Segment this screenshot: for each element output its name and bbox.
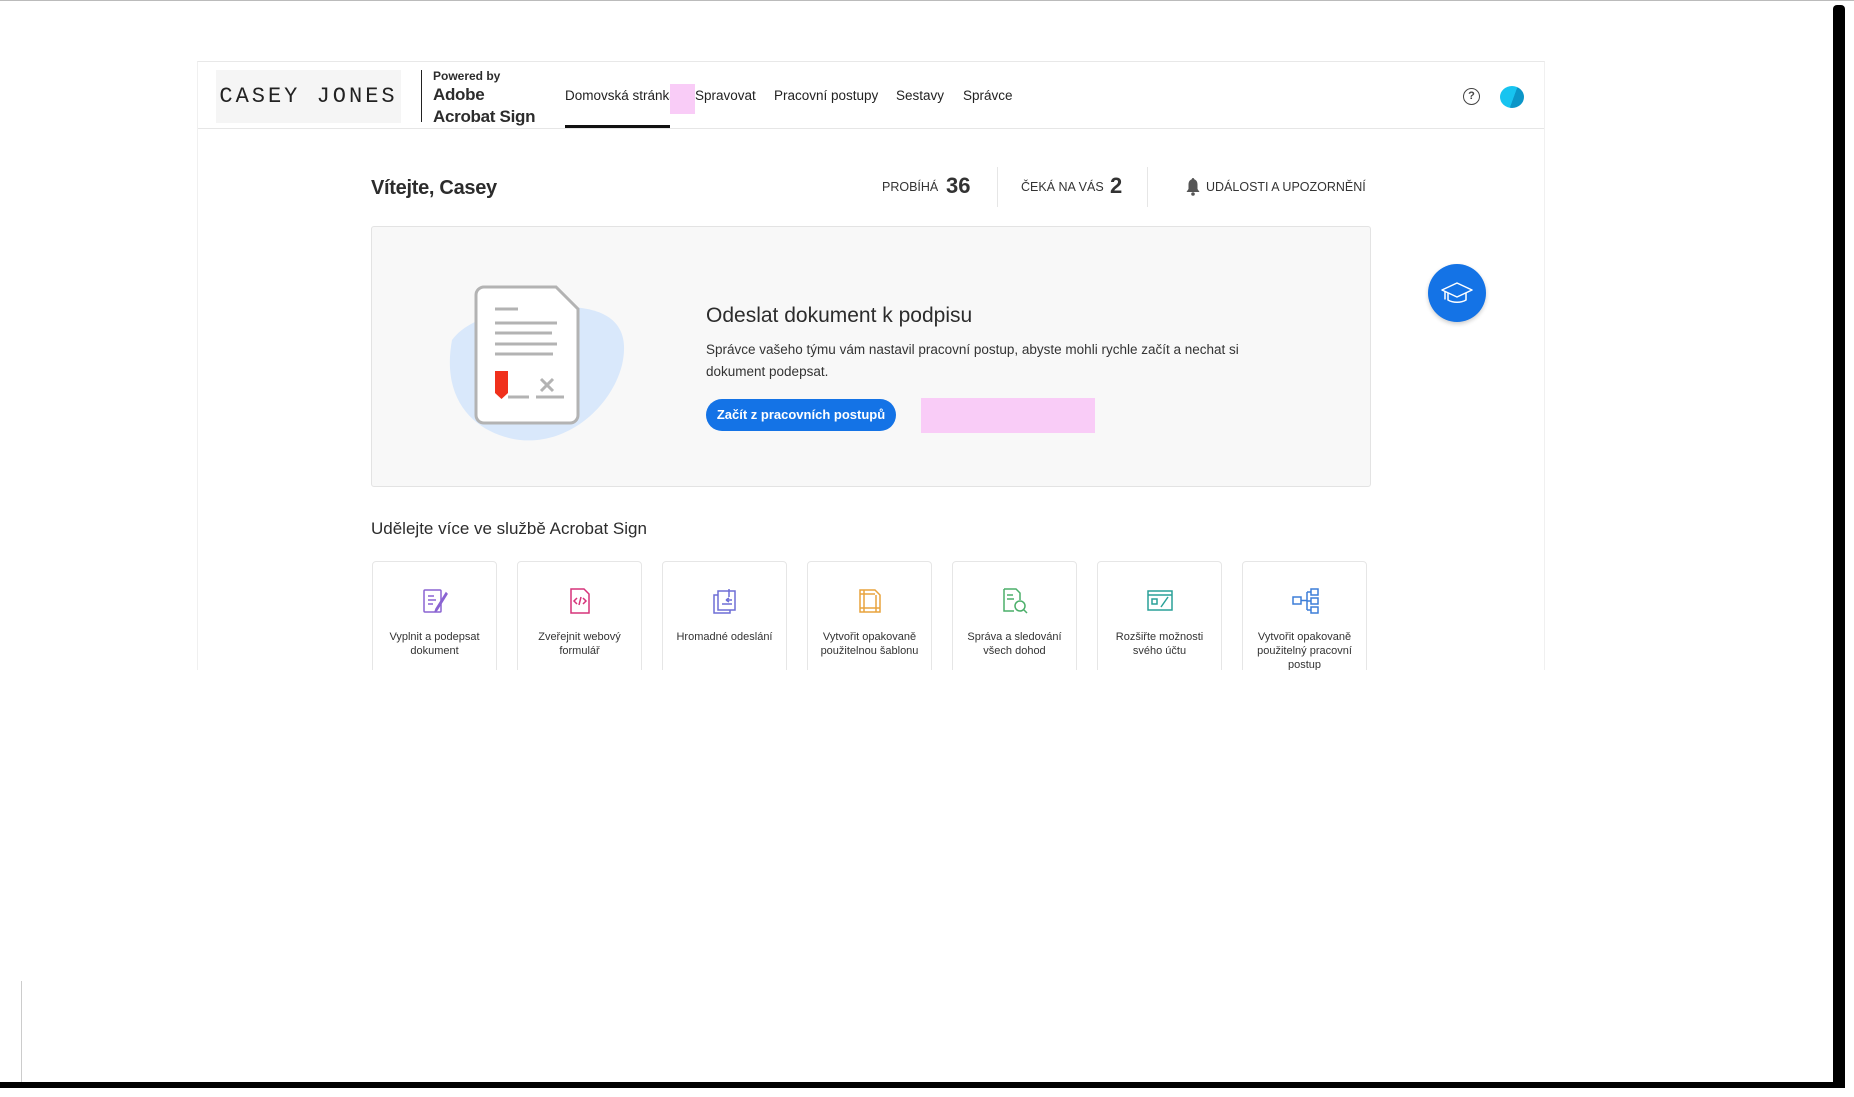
fill-sign-icon: [423, 589, 448, 613]
learning-button[interactable]: [1428, 264, 1486, 322]
powered-by-label: Powered by: [433, 69, 501, 83]
document-illustration: [449, 285, 625, 441]
tile-label: Vytvořit opakovaně použitelnou šablonu: [820, 631, 919, 657]
tile-label: Vytvořit opakovaně použitelný pracovní p…: [1257, 631, 1352, 670]
start-from-workflows-button[interactable]: Začít z pracovních postupů: [706, 399, 896, 431]
template-icon: [859, 589, 881, 613]
graduation-cap-icon: [1441, 282, 1473, 303]
top-header: CASEY JONES Powered by Adobe Acrobat Sig…: [198, 62, 1544, 129]
highlight-marker: [921, 398, 1095, 433]
highlight-marker: [670, 84, 695, 114]
card-title: Odeslat dokument k podpisu: [706, 304, 973, 327]
waiting-label[interactable]: ČEKÁ NA VÁS: [1021, 180, 1104, 194]
tile-label: Správa a sledování všech dohod: [967, 631, 1062, 657]
events-notifications-link[interactable]: UDÁLOSTI A UPOZORNĚNÍ: [1206, 180, 1366, 194]
window-right-border: [1833, 5, 1845, 1087]
user-avatar[interactable]: [1500, 86, 1524, 108]
web-form-icon: [570, 588, 590, 614]
tile-fill-sign[interactable]: Vyplnit a podepsat dokument: [372, 561, 497, 670]
tile-extend-account[interactable]: Rozšiřte možnosti svého účtu: [1097, 561, 1222, 670]
tile-manage-agreements[interactable]: Správa a sledování všech dohod: [952, 561, 1077, 670]
tile-label: Hromadné odeslání: [676, 631, 773, 643]
brand-line-2: Acrobat Sign: [433, 107, 536, 126]
in-progress-label[interactable]: PROBÍHÁ: [882, 180, 938, 194]
tile-label: Zveřejnit webový formulář: [538, 631, 621, 657]
window-bottom-border: [0, 1082, 1845, 1088]
active-tab-indicator: [565, 125, 670, 128]
do-more-heading: Udělejte více ve službě Acrobat Sign: [371, 519, 647, 538]
company-logo[interactable]: CASEY JONES: [216, 70, 401, 123]
send-for-signature-card: Odeslat dokument k podpisu Správce vašeh…: [371, 226, 1371, 487]
powered-by-brand: Powered by Adobe Acrobat Sign: [433, 70, 535, 126]
tile-label: Vyplnit a podepsat dokument: [389, 631, 480, 657]
tile-bulk-send[interactable]: Hromadné odeslání: [662, 561, 787, 670]
bell-icon[interactable]: [1185, 177, 1201, 202]
card-description: Správce vašeho týmu vám nastavil pracovn…: [706, 342, 1239, 379]
tile-label: Rozšiřte možnosti svého účtu: [1115, 631, 1204, 657]
nav-tab-admin[interactable]: Správce: [963, 88, 1013, 103]
extend-account-icon: [1147, 590, 1173, 611]
tile-template[interactable]: Vytvořit opakovaně použitelnou šablonu: [807, 561, 932, 670]
nav-tab-home[interactable]: Domovská stránka: [565, 88, 677, 103]
stat-divider: [1147, 167, 1148, 207]
logo-divider: [421, 70, 422, 122]
bulk-send-icon: [713, 589, 736, 614]
tile-workflow[interactable]: Vytvořit opakovaně použitelný pracovní p…: [1242, 561, 1367, 670]
nav-tab-manage[interactable]: Spravovat: [695, 88, 756, 103]
welcome-title: Vítejte, Casey: [371, 177, 497, 199]
tile-web-form[interactable]: Zveřejnit webový formulář: [517, 561, 642, 670]
help-icon[interactable]: ?: [1463, 88, 1480, 105]
window-top-edge: [0, 0, 1854, 1]
manage-agreements-icon: [1003, 588, 1028, 614]
stat-divider: [997, 167, 998, 207]
in-progress-count[interactable]: 36: [946, 173, 970, 199]
nav-tab-workflows[interactable]: Pracovní postupy: [774, 88, 878, 103]
waiting-count[interactable]: 2: [1110, 173, 1122, 199]
nav-tab-reports[interactable]: Sestavy: [896, 88, 944, 103]
workflow-icon: [1292, 588, 1319, 614]
app-panel: CASEY JONES Powered by Adobe Acrobat Sig…: [197, 61, 1545, 670]
brand-line-1: Adobe: [433, 85, 485, 104]
window-left-edge: [21, 981, 22, 1082]
